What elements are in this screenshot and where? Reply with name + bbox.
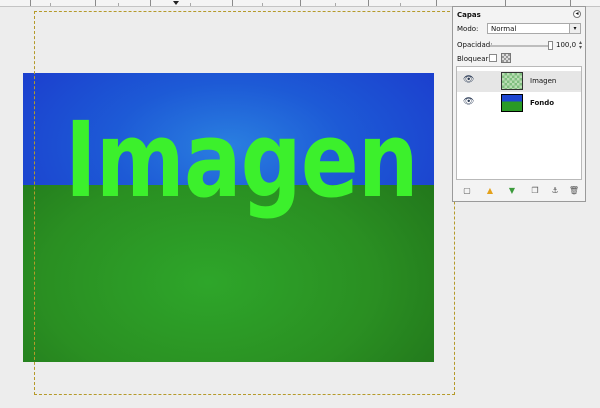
layers-dock: Capas ◂ Modo: Normal ▾ Opacidad: 100,0 ▴… (452, 6, 586, 202)
duplicate-layer-icon[interactable]: ❐ (529, 185, 541, 197)
opacity-slider-handle[interactable] (548, 41, 553, 50)
mode-value: Normal (491, 25, 517, 33)
dock-menu-icon[interactable]: ◂ (573, 10, 581, 18)
lock-pixels-checkbox[interactable] (489, 54, 497, 62)
eye-icon[interactable]: 👁 (463, 98, 474, 107)
layer-name: Fondo (530, 99, 555, 107)
ruler-tick (335, 3, 336, 6)
ruler-tick (95, 0, 96, 6)
ruler-tick (118, 3, 119, 6)
lower-layer-icon[interactable]: ▼ (506, 185, 518, 197)
ruler-tick (300, 0, 301, 6)
dock-title: Capas (457, 11, 481, 19)
layer-thumbnail (501, 94, 523, 112)
opacity-slider[interactable] (490, 45, 550, 47)
lock-label: Bloquear: (457, 55, 491, 63)
layer-thumbnail (501, 72, 523, 90)
ruler-tick (436, 0, 437, 6)
ruler-tick (190, 3, 191, 6)
layer-boundary (34, 11, 455, 395)
mode-label: Modo: (457, 25, 479, 33)
layer-row-fondo[interactable]: 👁 Fondo (457, 93, 581, 114)
layer-name: Imagen (530, 77, 557, 85)
raise-layer-icon[interactable]: ▲ (484, 185, 496, 197)
layer-list: 👁 Imagen 👁 Fondo (456, 66, 582, 180)
ruler-tick (50, 3, 51, 6)
ruler-tick (30, 0, 31, 6)
ruler-tick (368, 0, 369, 6)
delete-layer-icon[interactable]: 🗑 (568, 185, 580, 197)
ruler-tick (150, 0, 151, 6)
anchor-layer-icon[interactable]: ⚓ (549, 185, 561, 197)
eye-icon[interactable]: 👁 (463, 76, 474, 85)
pointer-position-marker (173, 1, 179, 5)
layer-row-imagen[interactable]: 👁 Imagen (457, 71, 581, 92)
layers-toolbar: ▢ ▲ ▼ ❐ ⚓ 🗑 (456, 184, 582, 198)
ruler-tick (262, 3, 263, 6)
chevron-down-icon[interactable]: ▾ (569, 24, 580, 33)
ruler-tick (232, 0, 233, 6)
mode-select[interactable]: Normal ▾ (487, 23, 581, 34)
opacity-spinner-icon[interactable]: ▴ ▾ (579, 40, 582, 51)
new-layer-icon[interactable]: ▢ (461, 185, 473, 197)
ruler-tick (400, 3, 401, 6)
opacity-label: Opacidad: (457, 41, 493, 49)
opacity-value[interactable]: 100,0 (556, 41, 576, 49)
lock-alpha-icon[interactable] (501, 53, 511, 63)
